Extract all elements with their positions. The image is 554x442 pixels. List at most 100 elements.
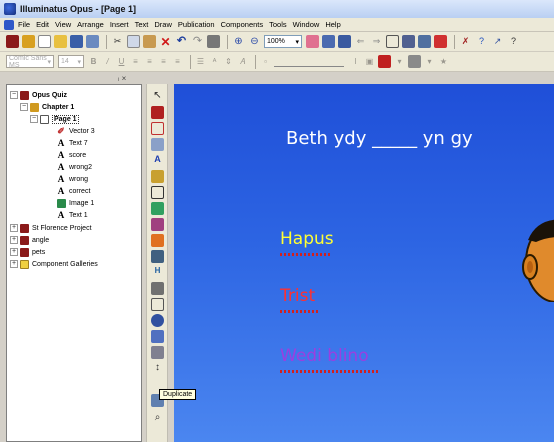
answer-hapus[interactable]: Hapus (280, 229, 334, 249)
database-tool-icon[interactable] (151, 346, 164, 359)
vector-tool-icon[interactable] (151, 218, 164, 231)
menu-window[interactable]: Window (293, 20, 320, 29)
bullets-icon[interactable]: ☰ (195, 55, 206, 68)
zoom-tool-icon[interactable]: ⌕ (151, 412, 164, 425)
tree-item-publication[interactable]: + St Florence Project (10, 222, 92, 234)
align-center-icon[interactable]: ≡ (144, 55, 155, 68)
italic-icon[interactable]: / (102, 55, 113, 68)
action-icon[interactable] (151, 106, 164, 119)
grid-icon[interactable] (306, 35, 319, 48)
layout-icon[interactable] (386, 35, 399, 48)
chevron-down-icon[interactable]: ▾ (394, 55, 405, 68)
preview-icon[interactable] (322, 35, 335, 48)
star-icon[interactable]: ★ (438, 55, 449, 68)
button-tool-icon[interactable] (151, 202, 164, 215)
menu-publication[interactable]: Publication (178, 20, 215, 29)
back-arrow-icon[interactable]: ⇐ (354, 35, 367, 48)
menu-view[interactable]: View (55, 20, 71, 29)
duplicate-icon[interactable]: ↕ (151, 362, 164, 375)
answer-trist[interactable]: Trist (280, 286, 315, 306)
tree-item-galleries[interactable]: + Component Galleries (10, 258, 98, 270)
pointer-help-icon[interactable]: ↗ (491, 35, 504, 48)
animation-tool-icon[interactable] (151, 234, 164, 247)
zoom-out-icon[interactable]: ⊖ (248, 35, 261, 48)
tree-item-object[interactable]: A wrong2 (57, 161, 92, 173)
tree-item-page[interactable]: − Page 1 (30, 113, 79, 125)
tree-item-object[interactable]: A score (57, 149, 86, 161)
tools-icon[interactable]: ✗ (459, 35, 472, 48)
fill-color-icon[interactable] (378, 55, 391, 68)
sound-tool-icon[interactable] (151, 250, 164, 263)
web-tool-icon[interactable] (151, 314, 164, 327)
pointer-icon[interactable]: ↖ (151, 90, 164, 103)
menu-arrange[interactable]: Arrange (77, 20, 104, 29)
save-all-icon[interactable] (86, 35, 99, 48)
line-style-icon[interactable]: ▫ (260, 55, 271, 68)
close-panel-icon[interactable]: × (122, 74, 127, 83)
underline-icon[interactable]: U (116, 55, 127, 68)
tree-item-object[interactable]: A wrong (57, 173, 88, 185)
text-tool-icon[interactable]: A (151, 154, 164, 167)
paste-icon[interactable] (143, 35, 156, 48)
copy-icon[interactable] (127, 35, 140, 48)
collapse-icon[interactable]: − (30, 115, 38, 123)
spacing-icon[interactable]: ⇕ (223, 55, 234, 68)
font-select[interactable]: Comic Sans MS ▾ (6, 55, 54, 69)
collapse-icon[interactable]: − (20, 103, 28, 111)
undo-icon[interactable]: ↶ (175, 35, 188, 48)
video-tool-icon[interactable] (151, 282, 164, 295)
align-right-icon[interactable]: ≡ (158, 55, 169, 68)
menu-insert[interactable]: Insert (110, 20, 129, 29)
cut-icon[interactable]: ✂ (111, 35, 124, 48)
shadow-icon[interactable]: ▣ (364, 55, 375, 68)
chevron-down-icon[interactable]: ▾ (424, 55, 435, 68)
more-icon[interactable]: ? (507, 35, 520, 48)
expand-icon[interactable]: + (10, 260, 18, 268)
new-page-icon[interactable] (22, 35, 35, 48)
minimize-panel-icon[interactable]: ₗ (118, 74, 119, 83)
open-icon[interactable] (54, 35, 67, 48)
save-icon[interactable] (70, 35, 83, 48)
publish-icon[interactable] (338, 35, 351, 48)
help-icon[interactable]: ? (475, 35, 488, 48)
document-menu-icon[interactable] (4, 19, 14, 30)
delete-icon[interactable]: ✕ (159, 35, 172, 48)
window-icon[interactable] (402, 35, 415, 48)
align-left-icon[interactable]: ≡ (130, 55, 141, 68)
justify-icon[interactable]: ≡ (172, 55, 183, 68)
zoom-in-icon[interactable]: ⊕ (232, 35, 245, 48)
tree-item-root[interactable]: − Opus Quiz (10, 89, 67, 101)
line-color-icon[interactable] (408, 55, 421, 68)
component-icon[interactable] (434, 35, 447, 48)
html-tool-icon[interactable]: H (151, 266, 164, 279)
image-tool-icon[interactable] (151, 170, 164, 183)
menu-text[interactable]: Text (135, 20, 149, 29)
tree-item-publication[interactable]: + pets (10, 246, 45, 258)
menu-draw[interactable]: Draw (154, 20, 172, 29)
line-sample[interactable] (274, 57, 344, 67)
menu-file[interactable]: File (18, 20, 30, 29)
answer-wedi-blino[interactable]: Wedi blino (280, 346, 369, 366)
page-surface[interactable]: Beth ydy _____ yn gy Hapus Trist Wedi bl… (174, 84, 554, 442)
tree-item-object[interactable]: A correct (57, 185, 91, 197)
question-text[interactable]: Beth ydy _____ yn gy (286, 128, 473, 149)
font-size-select[interactable]: 14 ▾ (58, 55, 84, 68)
table-tool-icon[interactable] (151, 330, 164, 343)
timeline-icon[interactable] (151, 138, 164, 151)
expand-icon[interactable]: + (10, 236, 18, 244)
italic-a-icon[interactable]: 𝐴 (237, 55, 248, 68)
zoom-select[interactable]: 100% ▾ (264, 35, 302, 48)
new-icon[interactable] (38, 35, 51, 48)
forward-arrow-icon[interactable]: ⇒ (370, 35, 383, 48)
tree-item-object[interactable]: A Text 1 (57, 209, 88, 221)
collapse-icon[interactable]: − (10, 91, 18, 99)
form-tool-icon[interactable] (151, 298, 164, 311)
tree-item-object[interactable]: A Text 7 (57, 137, 88, 149)
rectangle-tool-icon[interactable] (151, 186, 164, 199)
expand-icon[interactable]: + (10, 248, 18, 256)
bold-icon[interactable]: B (88, 55, 99, 68)
tree-item-publication[interactable]: + angle (10, 234, 49, 246)
panel-icon[interactable] (418, 35, 431, 48)
menu-help[interactable]: Help (325, 20, 340, 29)
menu-edit[interactable]: Edit (36, 20, 49, 29)
